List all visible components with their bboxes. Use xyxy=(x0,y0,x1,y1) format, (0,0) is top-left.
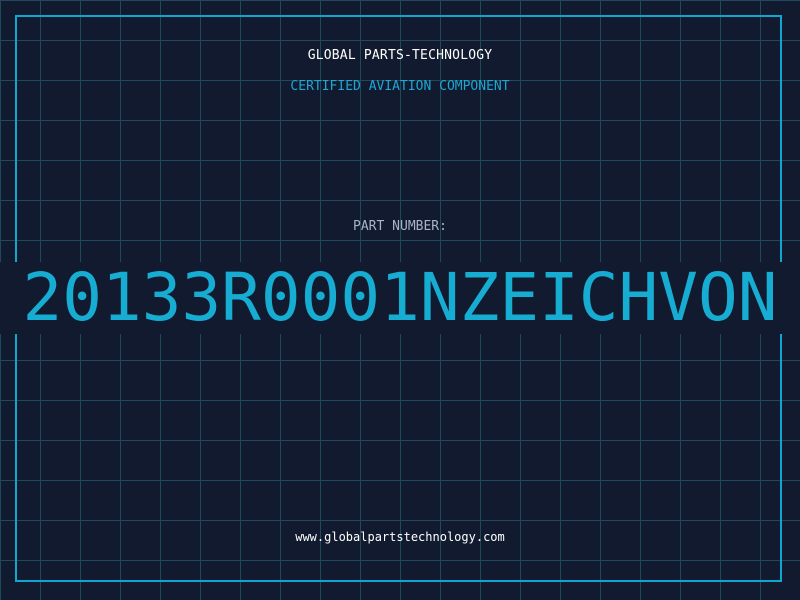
label-canvas: GLOBAL PARTS-TECHNOLOGY CERTIFIED AVIATI… xyxy=(0,0,800,600)
part-number-band: 20133R0001NZEICHVON xyxy=(0,262,800,334)
part-number-value: 20133R0001NZEICHVON xyxy=(22,262,778,334)
certification-subtitle: CERTIFIED AVIATION COMPONENT xyxy=(290,79,510,94)
company-title: GLOBAL PARTS-TECHNOLOGY xyxy=(307,48,493,63)
part-number-label: PART NUMBER: xyxy=(353,219,447,234)
website-url: www.globalpartstechnology.com xyxy=(295,530,505,544)
